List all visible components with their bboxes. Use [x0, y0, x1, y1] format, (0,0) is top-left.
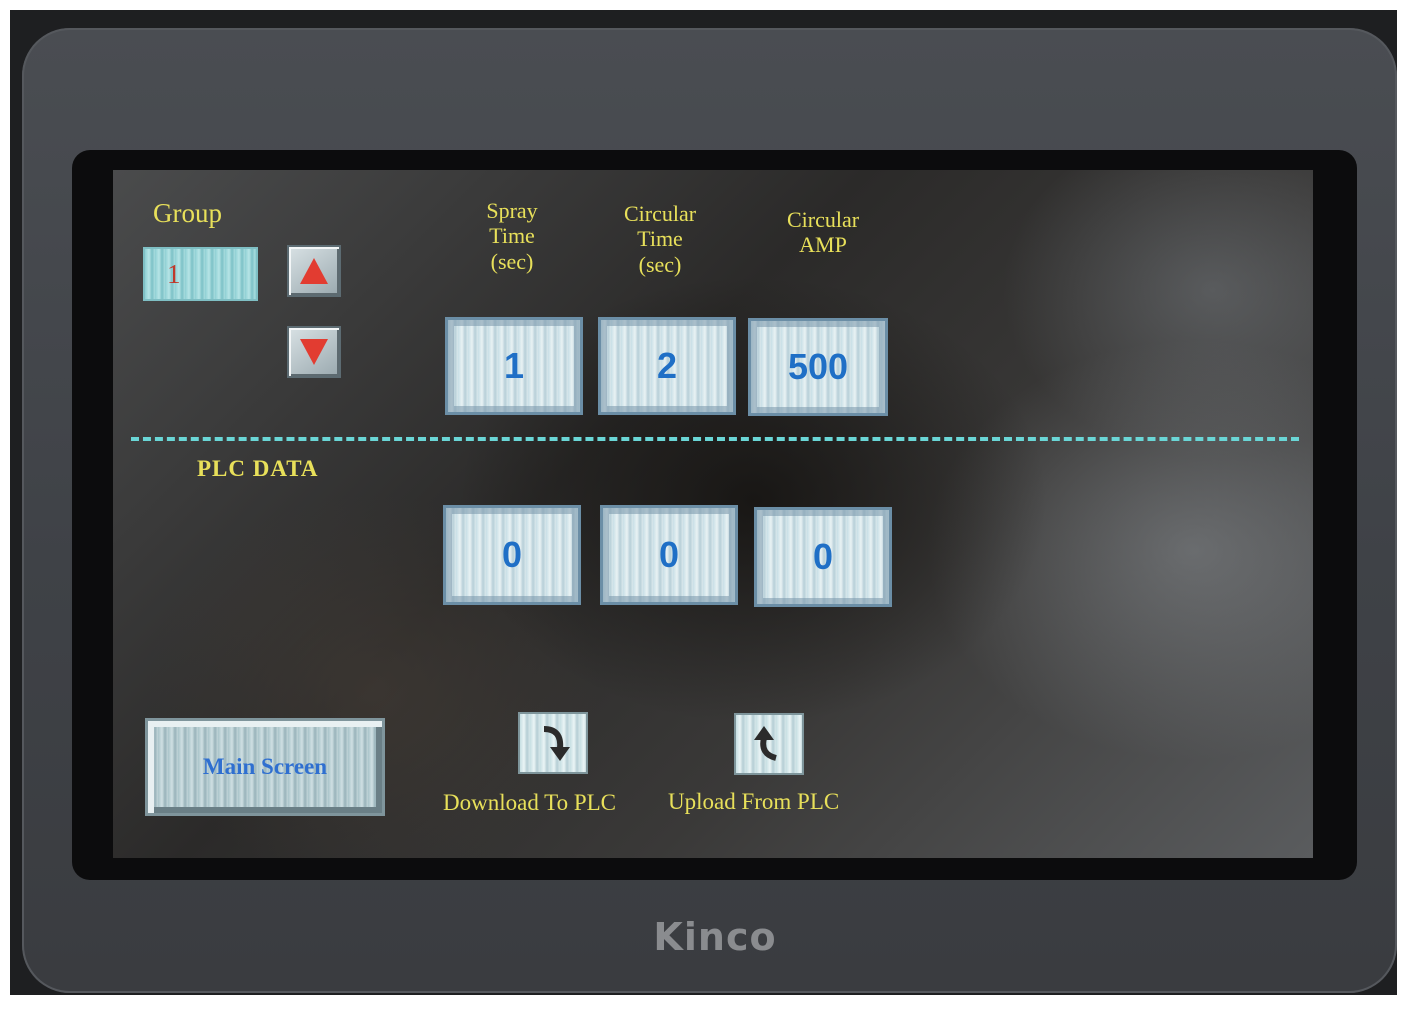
curved-arrow-down-icon: [543, 726, 570, 761]
plc-circular-amp-value: 0: [754, 507, 892, 607]
group-up-button[interactable]: [287, 245, 341, 297]
plc-data-label: PLC DATA: [197, 456, 319, 481]
group-label: Group: [153, 198, 222, 228]
section-divider: [131, 437, 1299, 441]
hmi-screen: Group 1 Spray Time (sec) Circular Time (…: [113, 170, 1313, 858]
circular-time-input[interactable]: 2: [598, 317, 736, 415]
plc-spray-time-value: 0: [443, 505, 581, 605]
spray-time-input[interactable]: 1: [445, 317, 583, 415]
upload-from-plc-label: Upload From PLC: [668, 789, 840, 814]
plc-circular-time-value: 0: [600, 505, 738, 605]
group-down-button[interactable]: [287, 326, 341, 378]
arrow-down-icon: [300, 339, 328, 365]
arrow-up-icon: [300, 258, 328, 284]
circular-time-label: Circular Time (sec): [623, 201, 697, 277]
main-screen-button[interactable]: Main Screen: [145, 718, 385, 816]
curved-arrow-up-icon: [754, 726, 777, 761]
circular-amp-input[interactable]: 500: [748, 318, 888, 416]
circular-amp-label: Circular AMP: [786, 207, 860, 258]
download-to-plc-button[interactable]: [518, 712, 588, 774]
group-value-field[interactable]: 1: [143, 247, 258, 301]
download-to-plc-label: Download To PLC: [443, 790, 617, 815]
spray-time-label: Spray Time (sec): [486, 198, 538, 274]
brand-logo: Kinco: [653, 915, 777, 959]
upload-from-plc-button[interactable]: [734, 713, 804, 775]
